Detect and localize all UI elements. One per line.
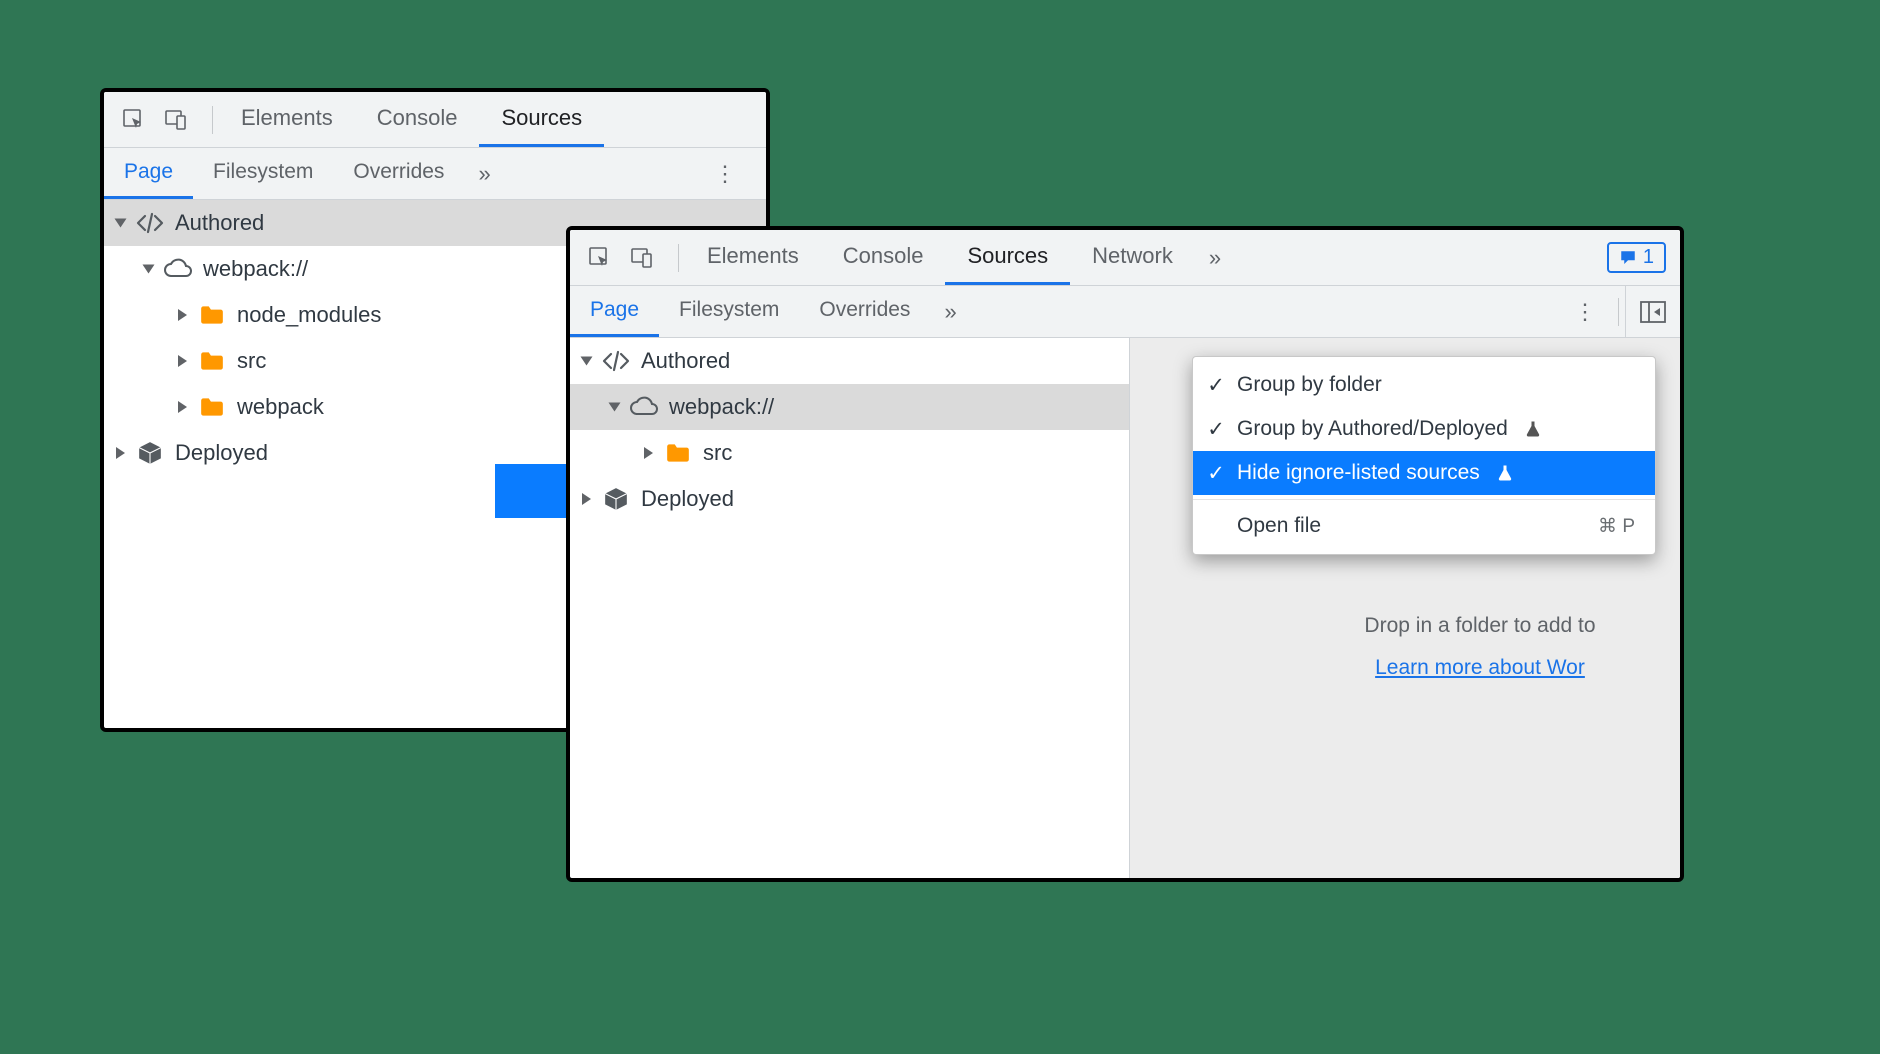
chevron-right-icon [582, 493, 591, 505]
chevron-down-icon [609, 403, 621, 412]
more-options-icon[interactable]: ⋮ [1558, 299, 1612, 325]
menu-separator [1193, 499, 1655, 500]
issues-badge[interactable]: 1 [1607, 242, 1666, 273]
tab-console[interactable]: Console [821, 230, 946, 285]
comment-icon [1619, 249, 1637, 267]
menu-group-by-authored-deployed[interactable]: ✓ Group by Authored/Deployed [1193, 407, 1655, 451]
sources-subbar: Page Filesystem Overrides » ⋮ [104, 148, 766, 200]
tabbar: Elements Console Sources [104, 92, 766, 148]
inspect-icon[interactable] [122, 108, 146, 132]
cloud-icon [163, 258, 193, 280]
tree-label: Authored [641, 348, 730, 374]
menu-open-file[interactable]: Open file ⌘ P [1193, 504, 1655, 548]
flask-icon [1496, 464, 1514, 482]
cloud-icon [629, 396, 659, 418]
code-icon [601, 350, 631, 372]
subtab-overrides[interactable]: Overrides [333, 148, 464, 199]
helper-line: Drop in a folder to add to [1290, 614, 1670, 638]
tree-label: Authored [175, 210, 264, 236]
chevron-right-icon [178, 355, 187, 367]
code-icon [135, 212, 165, 234]
menu-item-label: Group by Authored/Deployed [1237, 417, 1508, 441]
subtab-page[interactable]: Page [104, 148, 193, 199]
tree-label: webpack:// [203, 256, 308, 282]
folder-icon [663, 442, 693, 464]
menu-item-label: Group by folder [1237, 373, 1382, 397]
chevron-down-icon [581, 357, 593, 366]
sources-context-menu: ✓ Group by folder ✓ Group by Authored/De… [1192, 356, 1656, 555]
tab-sources[interactable]: Sources [479, 92, 604, 147]
more-options-icon[interactable]: ⋮ [698, 161, 752, 187]
chevron-down-icon [143, 265, 155, 274]
menu-hide-ignore-listed-sources[interactable]: ✓ Hide ignore-listed sources [1193, 451, 1655, 495]
helper-text: Drop in a folder to add to Learn more ab… [1290, 614, 1670, 680]
inspect-icon[interactable] [588, 246, 612, 270]
sources-subbar: Page Filesystem Overrides » ⋮ [570, 286, 1680, 338]
menu-group-by-folder[interactable]: ✓ Group by folder [1193, 363, 1655, 407]
folder-icon [197, 396, 227, 418]
tab-network[interactable]: Network [1070, 230, 1195, 285]
subtab-overflow[interactable]: » [464, 161, 504, 187]
collapse-sidebar-icon[interactable] [1625, 286, 1680, 337]
folder-icon [197, 304, 227, 326]
tab-elements[interactable]: Elements [219, 92, 355, 147]
menu-item-label: Open file [1237, 514, 1321, 538]
device-toggle-icon[interactable] [630, 246, 654, 270]
tree-label: src [237, 348, 266, 374]
divider [212, 106, 213, 134]
tree-deployed[interactable]: Deployed [570, 476, 1129, 522]
tree-label: Deployed [641, 486, 734, 512]
check-icon: ✓ [1205, 417, 1227, 442]
cube-icon [601, 486, 631, 512]
tabbar-overflow[interactable]: » [1195, 245, 1235, 271]
chevron-right-icon [116, 447, 125, 459]
chevron-right-icon [178, 401, 187, 413]
chevron-right-icon [178, 309, 187, 321]
menu-item-label: Hide ignore-listed sources [1237, 461, 1480, 485]
tree-authored[interactable]: Authored [570, 338, 1129, 384]
subtab-filesystem[interactable]: Filesystem [659, 286, 799, 337]
tree-label: webpack:// [669, 394, 774, 420]
check-icon: ✓ [1205, 373, 1227, 398]
device-toggle-icon[interactable] [164, 108, 188, 132]
tab-elements[interactable]: Elements [685, 230, 821, 285]
sources-tree: Authored webpack:// src Deployed [570, 338, 1130, 878]
subtab-filesystem[interactable]: Filesystem [193, 148, 333, 199]
tree-label: node_modules [237, 302, 381, 328]
tree-label: src [703, 440, 732, 466]
subtab-page[interactable]: Page [570, 286, 659, 337]
chevron-right-icon [644, 447, 653, 459]
tab-sources[interactable]: Sources [945, 230, 1070, 285]
helper-learn-more-link[interactable]: Learn more about Wor [1375, 656, 1585, 679]
check-icon: ✓ [1205, 461, 1227, 486]
tree-label: Deployed [175, 440, 268, 466]
tree-folder-src[interactable]: src [570, 430, 1129, 476]
tab-console[interactable]: Console [355, 92, 480, 147]
badge-count: 1 [1643, 246, 1654, 269]
divider [678, 244, 679, 272]
folder-icon [197, 350, 227, 372]
tree-webpack[interactable]: webpack:// [570, 384, 1129, 430]
tabbar: Elements Console Sources Network » 1 [570, 230, 1680, 286]
menu-shortcut: ⌘ P [1598, 515, 1635, 538]
subtab-overrides[interactable]: Overrides [799, 286, 930, 337]
cube-icon [135, 440, 165, 466]
flask-icon [1524, 420, 1542, 438]
divider [1618, 298, 1619, 326]
subtab-overflow[interactable]: » [930, 299, 970, 325]
chevron-down-icon [115, 219, 127, 228]
tree-label: webpack [237, 394, 324, 420]
